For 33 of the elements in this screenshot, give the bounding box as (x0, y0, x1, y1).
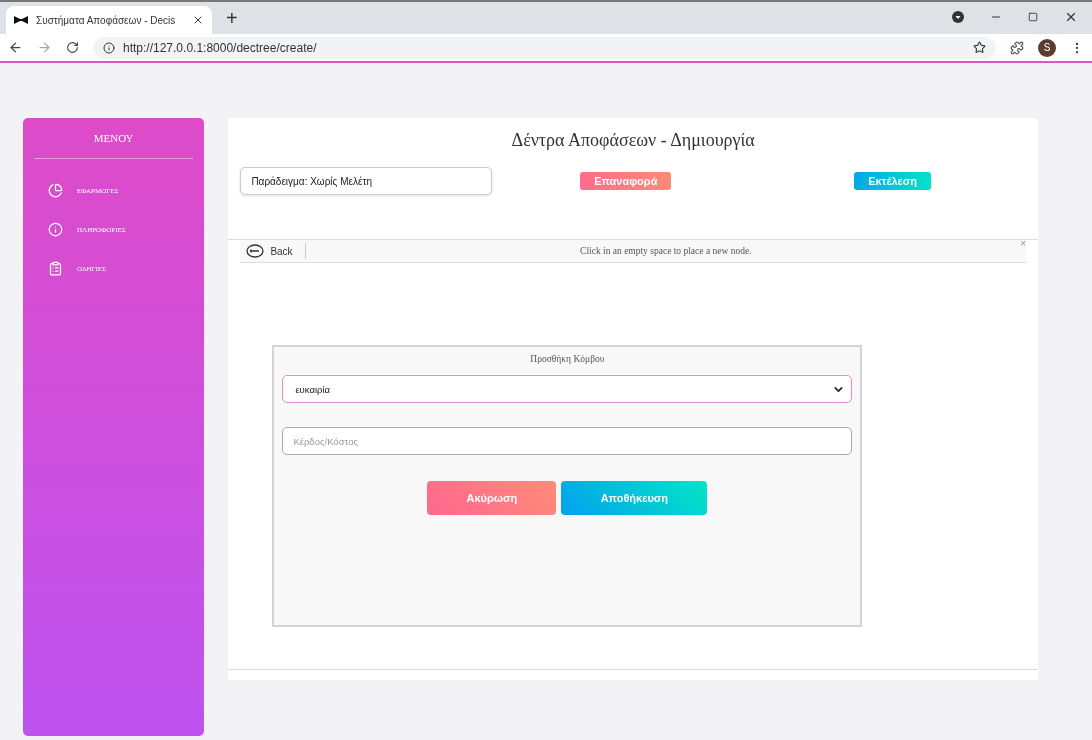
back-button[interactable]: Back (240, 243, 306, 259)
reload-icon[interactable] (66, 41, 79, 54)
address-bar[interactable]: http://127.0.0.1:8000/dectree/create/ (93, 36, 996, 59)
chart-icon (48, 183, 63, 198)
example-field[interactable]: Παράδειγμα: Χωρίς Μελέτη (240, 167, 493, 195)
close-tab-icon[interactable] (192, 14, 204, 26)
save-button[interactable]: Αποθήκευση (561, 481, 708, 515)
reset-button[interactable]: Επαναφορά (580, 172, 672, 190)
dropdown-icon[interactable] (952, 11, 964, 23)
run-button[interactable]: Εκτέλεση (854, 172, 932, 190)
new-tab-button[interactable]: + (226, 7, 238, 30)
back-icon[interactable] (8, 40, 23, 55)
url-text: http://127.0.0.1:8000/dectree/create/ (123, 40, 317, 55)
info-icon[interactable] (103, 41, 115, 54)
extensions-icon[interactable] (1010, 40, 1024, 55)
cancel-button[interactable]: Ακύρωση (427, 481, 557, 515)
close-icon[interactable] (1064, 10, 1078, 24)
maximize-icon[interactable] (1028, 12, 1038, 22)
amount-field[interactable]: Κέρδος/Κόστος (282, 427, 853, 455)
bow-tie-icon (14, 16, 28, 24)
clipboard-icon (48, 261, 63, 276)
info-icon (48, 222, 63, 237)
page-title: Δέντρα Αποφάσεων - Δημιουργία (510, 130, 756, 151)
key-icon (246, 244, 265, 258)
sidebar-title: ΜΕΝΟΥ (34, 132, 194, 159)
node-type-select[interactable]: ευκαιρία (282, 375, 853, 403)
browser-tab[interactable]: Συστήματα Αποφάσεων - Decis (6, 6, 212, 34)
star-icon[interactable] (973, 41, 986, 54)
profile-avatar[interactable]: S (1038, 38, 1056, 57)
close-button[interactable]: × (1020, 238, 1026, 249)
tab-title: Συστήματα Αποφάσεων - Decis (36, 14, 177, 26)
hint-text: Click in an empty space to place a new node. (579, 246, 753, 256)
dialog-title: Προσθήκη Κόμβου (529, 354, 606, 364)
